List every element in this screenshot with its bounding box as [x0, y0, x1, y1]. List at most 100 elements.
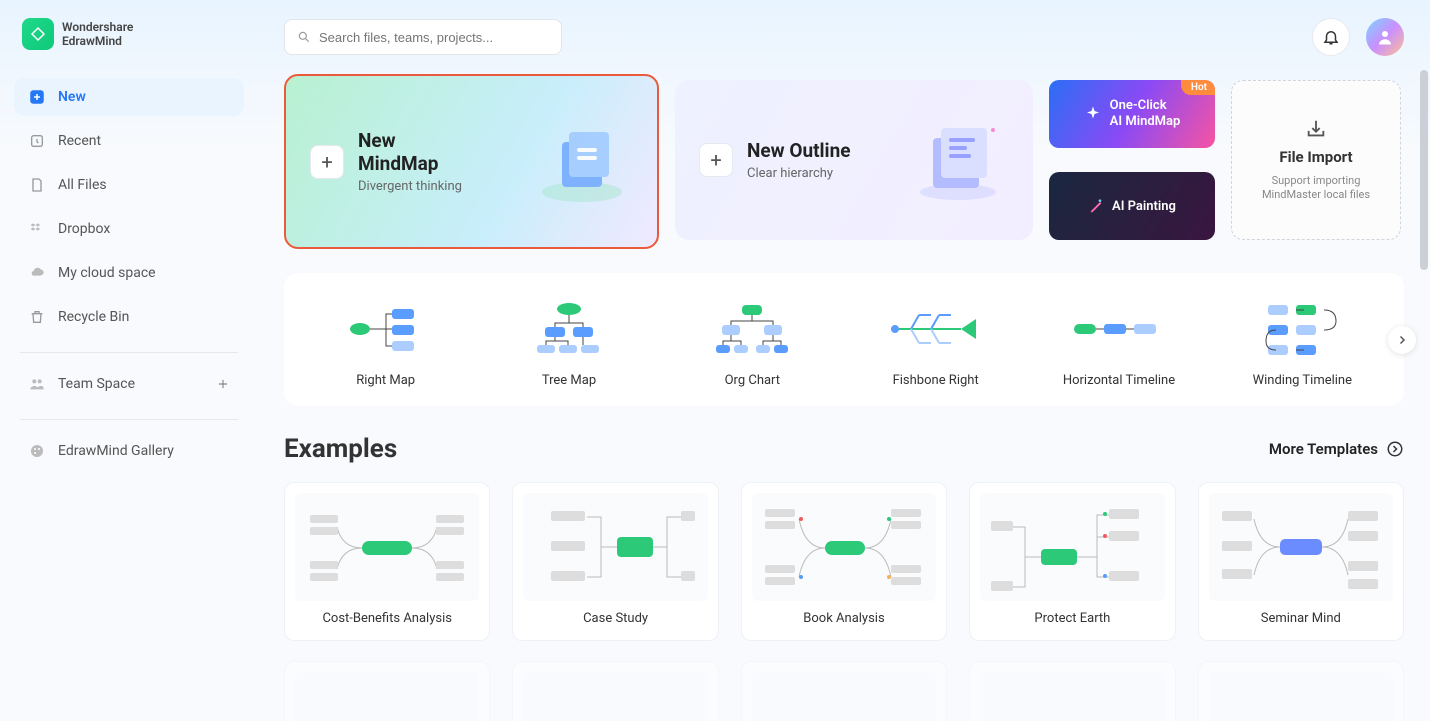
hero-small-column: Hot One-Click AI MindMap AI Painting: [1049, 80, 1215, 249]
example-thumb-icon: [980, 493, 1164, 601]
sidebar-item-label: Team Space: [58, 376, 135, 392]
example-card[interactable]: [512, 661, 718, 721]
example-card[interactable]: Protect Earth: [969, 482, 1175, 641]
wand-icon: [1088, 198, 1104, 214]
example-thumb-icon: [295, 672, 479, 721]
example-thumb-icon: [295, 493, 479, 601]
sidebar-item-label: Dropbox: [58, 221, 110, 237]
example-card[interactable]: [284, 661, 490, 721]
ai-painting-card[interactable]: AI Painting: [1049, 172, 1215, 240]
logo[interactable]: Wondershare EdrawMind: [14, 18, 244, 50]
arrow-circle-icon: [1386, 440, 1404, 458]
search-icon: [297, 30, 311, 44]
template-label: Org Chart: [725, 373, 780, 388]
template-label: Right Map: [356, 373, 415, 388]
new-mindmap-card[interactable]: + New MindMap Divergent thinking: [284, 74, 659, 249]
sidebar-item-recycle[interactable]: Recycle Bin: [14, 298, 244, 336]
sidebar-item-dropbox[interactable]: Dropbox: [14, 210, 244, 248]
search-input[interactable]: [319, 30, 549, 45]
sparkle-icon: [1084, 105, 1102, 123]
divider: [20, 352, 238, 353]
hot-badge: Hot: [1181, 80, 1215, 95]
template-label: Tree Map: [542, 373, 596, 388]
example-card[interactable]: Seminar Mind: [1198, 482, 1404, 641]
template-horizontal-timeline[interactable]: Horizontal Timeline: [1027, 291, 1210, 396]
ai-line2: AI MindMap: [1110, 114, 1181, 130]
more-templates-label: More Templates: [1269, 440, 1378, 458]
example-label: Book Analysis: [803, 611, 884, 630]
more-templates-link[interactable]: More Templates: [1269, 440, 1404, 458]
file-import-card[interactable]: File Import Support importing MindMaster…: [1231, 80, 1401, 240]
template-winding-timeline[interactable]: Winding Timeline: [1211, 291, 1394, 396]
hero-row: + New MindMap Divergent thinking + New O…: [284, 74, 1404, 249]
example-thumb-icon: [523, 493, 707, 601]
examples-grid-row2: [284, 661, 1404, 721]
palette-icon: [28, 442, 46, 460]
example-thumb-icon: [752, 672, 936, 721]
example-label: Seminar Mind: [1261, 611, 1341, 630]
card-subtitle: Divergent thinking: [358, 179, 462, 194]
template-org-chart[interactable]: Org Chart: [661, 291, 844, 396]
scrollbar[interactable]: [1420, 70, 1428, 270]
new-outline-card[interactable]: + New Outline Clear hierarchy: [675, 80, 1033, 240]
ai-mindmap-card[interactable]: Hot One-Click AI MindMap: [1049, 80, 1215, 148]
import-title: File Import: [1279, 148, 1352, 166]
import-sub: Support importing MindMaster local files: [1242, 174, 1390, 203]
example-thumb-icon: [1209, 493, 1393, 601]
sidebar-item-teamspace[interactable]: Team Space: [14, 365, 244, 403]
topbar-right: [1312, 18, 1404, 56]
sidebar-item-new[interactable]: New: [14, 78, 244, 116]
example-label: Cost-Benefits Analysis: [322, 611, 452, 630]
sidebar-item-cloud[interactable]: My cloud space: [14, 254, 244, 292]
user-icon: [1376, 28, 1394, 46]
example-thumb-icon: [752, 493, 936, 601]
notifications-button[interactable]: [1312, 18, 1350, 56]
horizontal-timeline-icon: [1074, 299, 1164, 359]
sidebar-item-recent[interactable]: Recent: [14, 122, 244, 160]
sidebar-item-gallery[interactable]: EdrawMind Gallery: [14, 432, 244, 470]
next-templates-button[interactable]: [1388, 326, 1416, 354]
sidebar-item-label: All Files: [58, 177, 107, 193]
sidebar-item-allfiles[interactable]: All Files: [14, 166, 244, 204]
plus-icon: +: [699, 143, 733, 177]
import-icon: [1305, 118, 1327, 140]
divider: [20, 419, 238, 420]
example-card[interactable]: [969, 661, 1175, 721]
example-card[interactable]: Cost-Benefits Analysis: [284, 482, 490, 641]
org-chart-icon: [707, 299, 797, 359]
ai-paint-label: AI Painting: [1112, 199, 1176, 214]
ai-line1: One-Click: [1110, 98, 1181, 114]
example-card[interactable]: [1198, 661, 1404, 721]
logo-text: Wondershare EdrawMind: [62, 20, 133, 49]
template-label: Winding Timeline: [1253, 373, 1352, 388]
examples-grid: Cost-Benefits Analysis Case Study Book A…: [284, 482, 1404, 641]
topbar: [284, 18, 1404, 56]
cloud-icon: [28, 264, 46, 282]
template-tree-map[interactable]: Tree Map: [477, 291, 660, 396]
card-subtitle: Clear hierarchy: [747, 166, 850, 181]
example-label: Protect Earth: [1034, 611, 1110, 630]
dropbox-icon: [28, 220, 46, 238]
plus-icon[interactable]: [216, 377, 230, 391]
sidebar-item-label: Recycle Bin: [58, 309, 129, 325]
avatar[interactable]: [1366, 18, 1404, 56]
template-right-map[interactable]: Right Map: [294, 291, 477, 396]
card-title: New MindMap: [358, 129, 458, 175]
sidebar-item-label: EdrawMind Gallery: [58, 443, 174, 459]
template-strip: Right Map Tree Map Org Chart Fishbone Ri…: [284, 273, 1404, 406]
trash-icon: [28, 308, 46, 326]
sidebar-item-label: Recent: [58, 133, 101, 149]
example-card[interactable]: [741, 661, 947, 721]
template-label: Horizontal Timeline: [1063, 373, 1175, 388]
team-icon: [28, 375, 46, 393]
search-box[interactable]: [284, 19, 562, 55]
chevron-right-icon: [1396, 334, 1408, 346]
nav: New Recent All Files Dropbox My cloud sp…: [14, 78, 244, 474]
outline-illustration-icon: [903, 110, 1013, 210]
example-card[interactable]: Book Analysis: [741, 482, 947, 641]
template-fishbone[interactable]: Fishbone Right: [844, 291, 1027, 396]
main: + New MindMap Divergent thinking + New O…: [258, 0, 1430, 721]
mindmap-illustration-icon: [527, 112, 637, 212]
example-card[interactable]: Case Study: [512, 482, 718, 641]
sidebar-item-label: My cloud space: [58, 265, 156, 281]
